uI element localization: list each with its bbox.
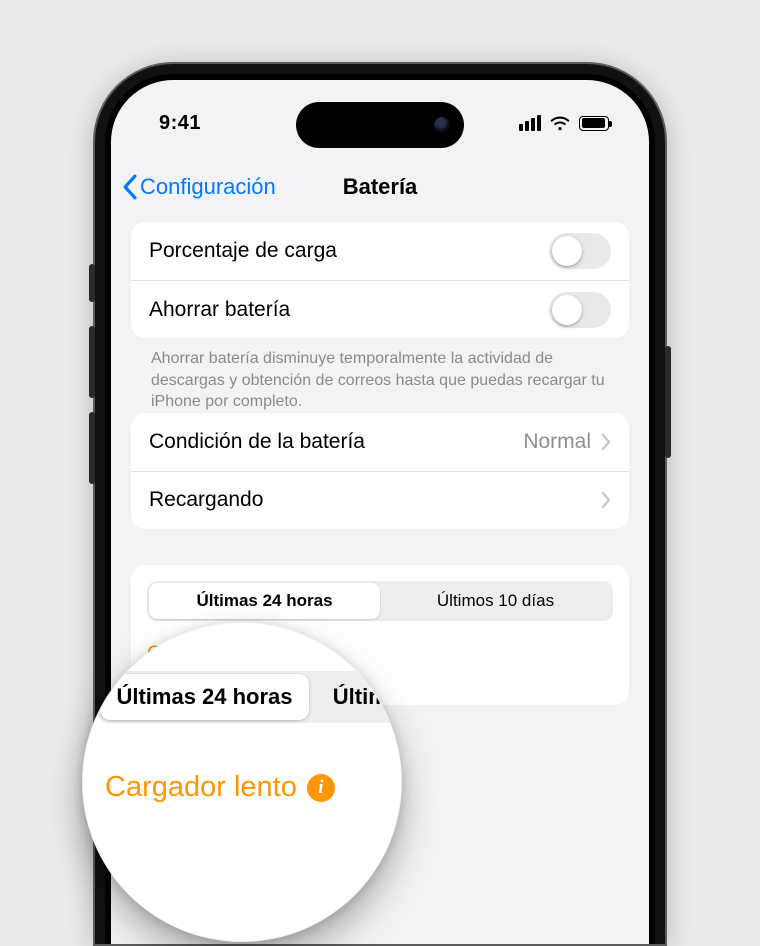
battery-icon <box>579 116 609 131</box>
page-title: Batería <box>343 174 418 200</box>
row-label: Ahorrar batería <box>149 298 290 322</box>
tab-last-10-days-magnified: Últimos 10 días <box>309 674 402 720</box>
card-battery-health: Condición de la batería Normal Recargand… <box>131 413 629 529</box>
nav-bar: Configuración Batería <box>111 158 649 216</box>
card-battery-options: Porcentaje de carga Ahorrar batería <box>131 222 629 338</box>
back-label: Configuración <box>140 174 276 200</box>
tab-last-10-days[interactable]: Últimos 10 días <box>380 583 611 619</box>
toggle-battery-percentage[interactable] <box>549 233 611 269</box>
row-low-power-mode[interactable]: Ahorrar batería <box>131 280 629 338</box>
cellular-signal-icon <box>519 115 541 131</box>
row-label: Recargando <box>149 488 263 512</box>
side-button-silent <box>89 264 95 302</box>
section-footer: Ahorrar batería disminuye temporalmente … <box>131 338 629 413</box>
toggle-low-power-mode[interactable] <box>549 292 611 328</box>
row-battery-health[interactable]: Condición de la batería Normal <box>131 413 629 471</box>
slow-charger-label-magnified: Cargador lento <box>105 771 297 804</box>
segmented-control-magnified: Últimas 24 horas Últimos 10 días <box>97 671 402 723</box>
tab-last-24-hours[interactable]: Últimas 24 horas <box>149 583 380 619</box>
dynamic-island <box>296 102 464 148</box>
chevron-right-icon <box>601 491 611 509</box>
chevron-right-icon <box>601 433 611 451</box>
magnifier-content: Últimas 24 horas Últimos 10 días Cargado… <box>83 623 401 941</box>
row-label: Condición de la batería <box>149 430 365 454</box>
row-charging[interactable]: Recargando <box>131 471 629 529</box>
side-button-volume-up <box>89 326 95 398</box>
status-right <box>519 107 615 131</box>
side-button-power <box>665 346 671 458</box>
back-button[interactable]: Configuración <box>121 174 276 200</box>
slow-charger-notice-magnified: Cargador lento i <box>105 771 335 804</box>
tab-last-24-hours-magnified: Últimas 24 horas <box>100 674 309 720</box>
wifi-icon <box>549 115 571 131</box>
row-battery-percentage[interactable]: Porcentaje de carga <box>131 222 629 280</box>
status-time: 9:41 <box>145 104 201 135</box>
row-label: Porcentaje de carga <box>149 239 337 263</box>
segmented-control[interactable]: Últimas 24 horas Últimos 10 días <box>147 581 613 621</box>
side-button-volume-down <box>89 412 95 484</box>
info-icon-magnified: i <box>307 774 335 802</box>
row-value: Normal <box>523 430 591 454</box>
magnifier-callout: Últimas 24 horas Últimos 10 días Cargado… <box>82 622 402 942</box>
